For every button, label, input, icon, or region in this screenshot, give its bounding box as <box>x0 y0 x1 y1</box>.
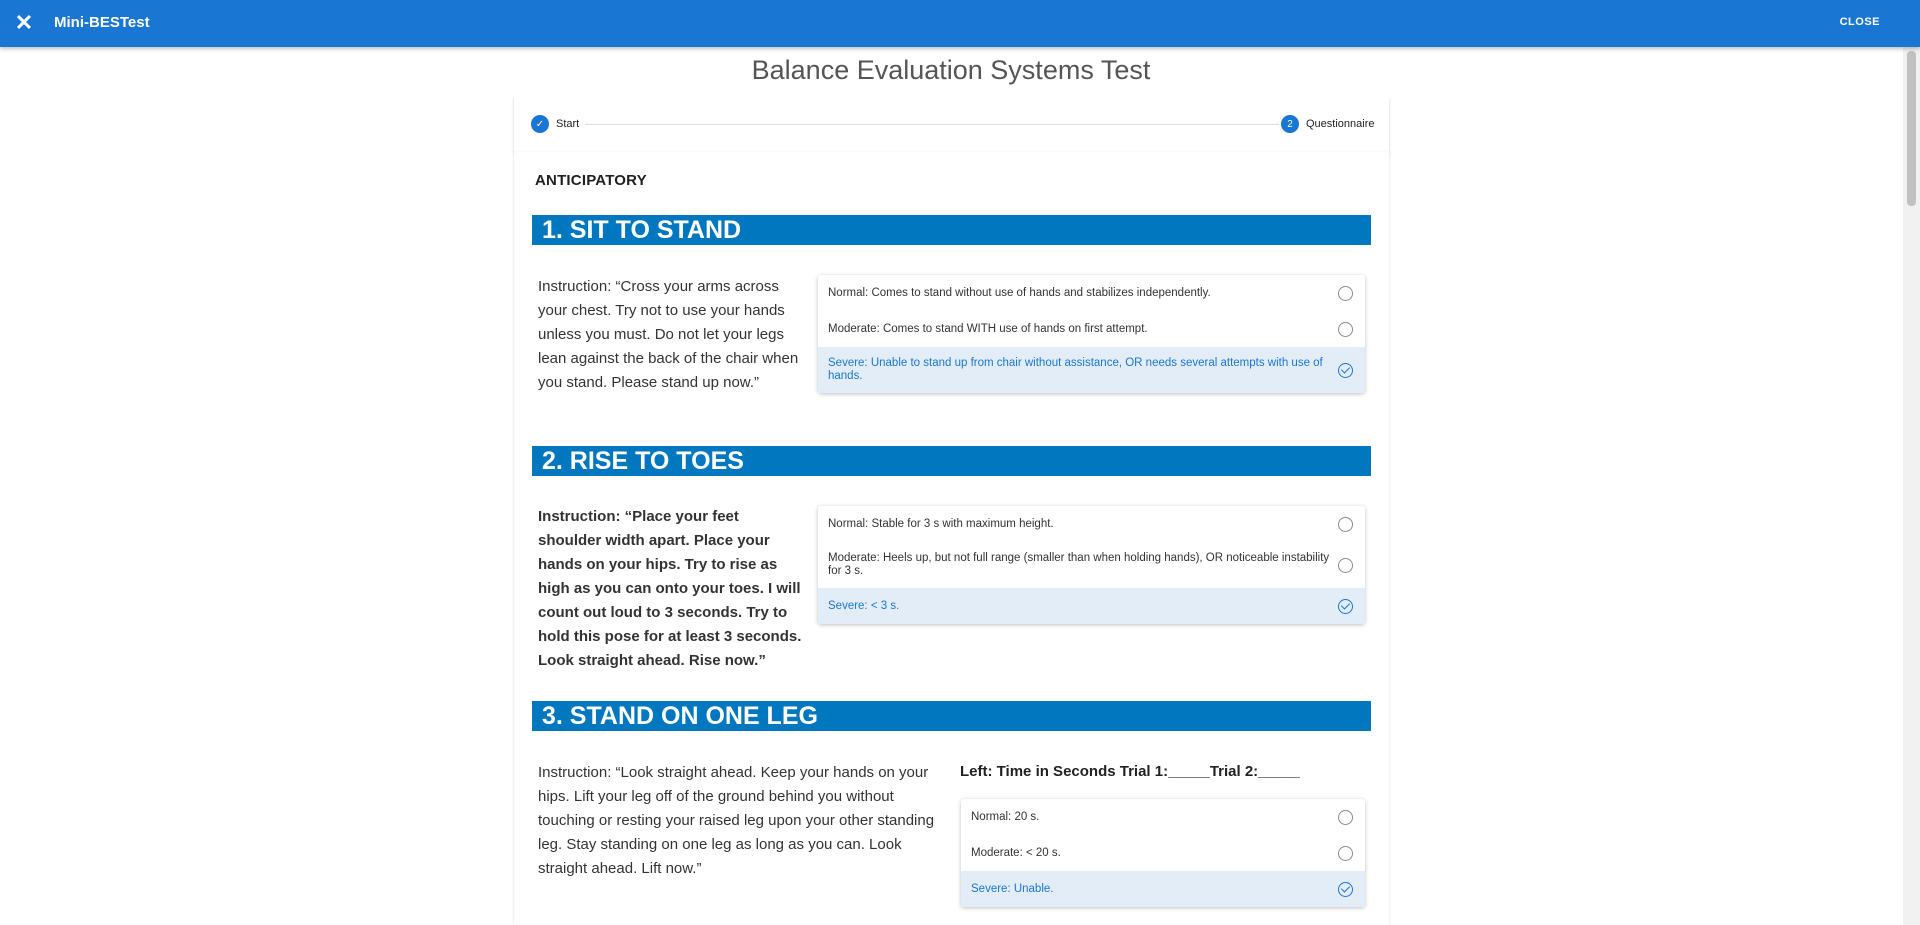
step-questionnaire[interactable]: 2 Questionnaire <box>1281 115 1375 133</box>
radio-icon[interactable] <box>1338 285 1353 301</box>
step-start[interactable]: ✓ Start <box>531 115 579 133</box>
option-label: Moderate: Heels up, but not full range (… <box>828 552 1330 577</box>
option-list: Normal: Stable for 3 s with maximum heig… <box>818 506 1365 624</box>
step-number: 2 <box>1281 115 1299 133</box>
option-label: Normal: Comes to stand without use of ha… <box>828 286 1211 299</box>
option-label: Normal: 20 s. <box>971 810 1040 823</box>
option-severe[interactable]: Severe: Unable. <box>961 871 1365 907</box>
option-severe[interactable]: Severe: Unable to stand up from chair wi… <box>818 347 1365 393</box>
section-instruction: Instruction: “Place your feet shoulder w… <box>538 508 802 669</box>
option-list: Normal: 20 s. Moderate: < 20 s. Severe: … <box>961 799 1365 907</box>
category-heading: ANTICIPATORY <box>535 172 647 189</box>
section-instruction: Instruction: “Look straight ahead. Keep … <box>538 764 935 877</box>
option-label: Severe: Unable. <box>971 882 1054 895</box>
section-banner: 3. STAND ON ONE LEG <box>532 701 1371 731</box>
option-label: Moderate: < 20 s. <box>971 846 1061 859</box>
stepper-connector <box>585 124 1279 125</box>
radio-checked-icon[interactable] <box>1338 362 1353 378</box>
radio-icon[interactable] <box>1338 516 1353 532</box>
option-normal[interactable]: Normal: Comes to stand without use of ha… <box>818 275 1365 311</box>
option-moderate[interactable]: Moderate: Comes to stand WITH use of han… <box>818 311 1365 347</box>
radio-icon[interactable] <box>1338 809 1353 825</box>
page-title: Balance Evaluation Systems Test <box>751 55 1151 85</box>
trial-time-label: Left: Time in Seconds Trial 1:_____Trial… <box>960 763 1300 780</box>
radio-checked-icon[interactable] <box>1338 881 1353 897</box>
option-label: Moderate: Comes to stand WITH use of han… <box>828 322 1148 335</box>
option-normal[interactable]: Normal: 20 s. <box>961 799 1365 835</box>
app-title: Mini-BESTest <box>54 14 150 31</box>
option-label: Normal: Stable for 3 s with maximum heig… <box>828 517 1054 530</box>
option-moderate[interactable]: Moderate: Heels up, but not full range (… <box>818 542 1365 588</box>
section-instruction: Instruction: “Cross your arms across you… <box>538 278 799 391</box>
step-label: Questionnaire <box>1306 118 1375 130</box>
stepper: ✓ Start 2 Questionnaire <box>514 96 1389 152</box>
radio-icon[interactable] <box>1338 321 1353 337</box>
section-banner: 2. RISE TO TOES <box>532 446 1371 476</box>
scrollbar-thumb[interactable] <box>1907 51 1916 206</box>
radio-checked-icon[interactable] <box>1338 598 1353 614</box>
close-button[interactable]: CLOSE <box>1840 16 1880 28</box>
option-moderate[interactable]: Moderate: < 20 s. <box>961 835 1365 871</box>
section-banner: 1. SIT TO STAND <box>532 215 1371 245</box>
option-normal[interactable]: Normal: Stable for 3 s with maximum heig… <box>818 506 1365 542</box>
close-icon[interactable]: ✕ <box>12 11 36 35</box>
option-label: Severe: < 3 s. <box>828 599 900 612</box>
option-label: Severe: Unable to stand up from chair wi… <box>828 357 1323 382</box>
radio-icon[interactable] <box>1338 845 1353 861</box>
step-label: Start <box>556 118 580 130</box>
scrollbar[interactable] <box>1903 47 1920 925</box>
option-list: Normal: Comes to stand without use of ha… <box>818 275 1365 393</box>
option-severe[interactable]: Severe: < 3 s. <box>818 588 1365 624</box>
radio-icon[interactable] <box>1338 557 1353 573</box>
check-icon: ✓ <box>531 115 549 133</box>
app-bar: ✕ Mini-BESTest CLOSE <box>0 0 1920 47</box>
